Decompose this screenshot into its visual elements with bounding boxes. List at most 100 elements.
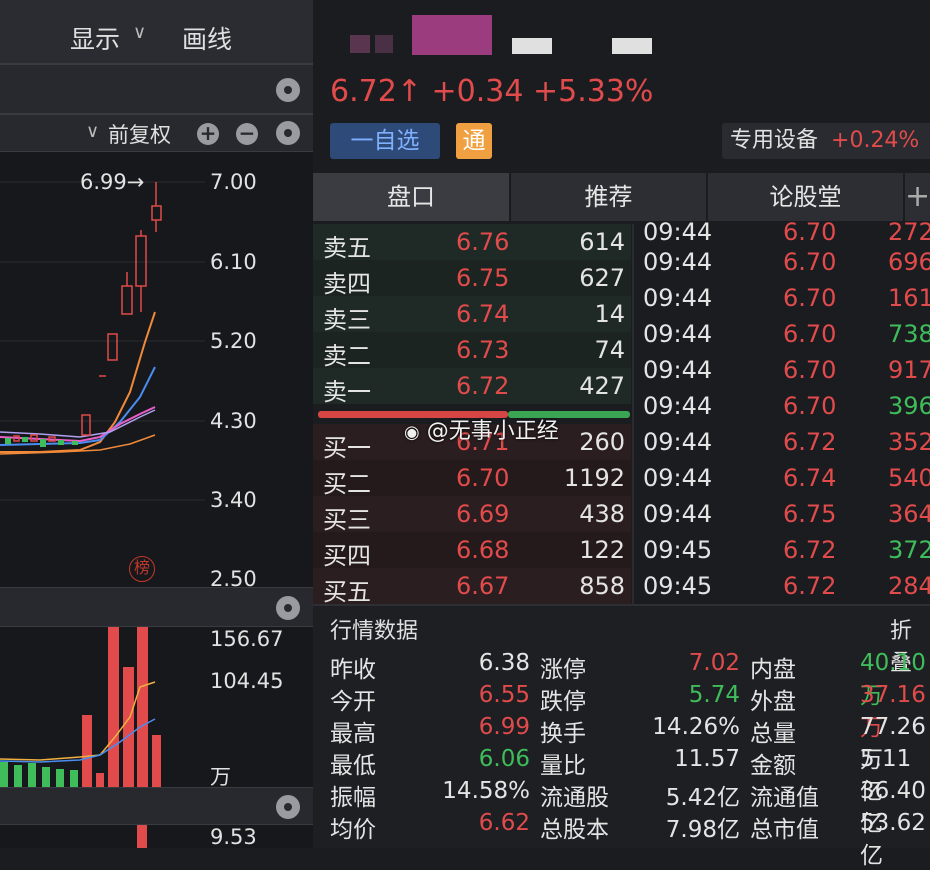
- ask-row[interactable]: 卖二 6.73 74: [313, 332, 631, 370]
- market-data-row: 最低 6.06 量比 11.57 金额 5.11亿: [330, 746, 930, 805]
- tick-row: 09:44 6.70 396: [636, 392, 930, 428]
- candlestick-chart: [0, 181, 205, 501]
- tick-volume: 540: [888, 464, 930, 492]
- tick-row: 09:45 6.72 284: [636, 572, 930, 608]
- ask-row[interactable]: 卖五 6.76 614: [313, 224, 631, 262]
- tick-volume: 364: [888, 500, 930, 528]
- indicator-header: [0, 787, 313, 825]
- bid-price: 6.68: [456, 536, 510, 564]
- tick-time: 09:44: [643, 464, 713, 492]
- tick-volume: 696: [888, 248, 930, 276]
- bid-row[interactable]: 买四 6.68 122: [313, 532, 631, 570]
- indicator-bar: [137, 825, 147, 848]
- divider: [632, 224, 634, 604]
- quote-line: 6.72↑ +0.34 +5.33%: [330, 74, 653, 109]
- ask-row[interactable]: 卖一 6.72 427: [313, 368, 631, 406]
- price-change-pct: +5.33%: [532, 74, 654, 109]
- tick-volume: 917: [888, 356, 930, 384]
- ask-price: 6.76: [456, 228, 510, 256]
- bid-level-label: 买四: [323, 542, 371, 570]
- sector-tag[interactable]: 专用设备 +0.24%: [722, 123, 930, 159]
- tick-row: 09:44 6.75 364: [636, 500, 930, 536]
- gear-icon[interactable]: [276, 596, 300, 620]
- zoom-in-icon[interactable]: +: [197, 123, 219, 145]
- tick-volume: 352: [888, 428, 930, 456]
- tick-volume: 738: [888, 320, 930, 348]
- market-key: 昨收: [330, 657, 376, 683]
- chart-settings-bar: [0, 64, 313, 114]
- stock-code-blur: [512, 38, 552, 54]
- tick-price: 6.70: [783, 218, 837, 246]
- market-value: 6.06: [478, 746, 530, 772]
- tick-price: 6.72: [783, 428, 837, 456]
- chevron-down-icon[interactable]: ∨: [86, 121, 99, 142]
- bid-row[interactable]: 买五 6.67 858: [313, 568, 631, 606]
- market-key: 总市值: [750, 817, 819, 843]
- ask-level-label: 卖二: [323, 342, 371, 370]
- bid-level-label: 买三: [323, 506, 371, 534]
- tick-time: 09:44: [643, 218, 713, 246]
- chevron-down-icon[interactable]: ∨: [133, 22, 146, 43]
- sector-change: +0.24%: [831, 128, 920, 153]
- tong-badge[interactable]: 通: [456, 123, 492, 159]
- tick-price: 6.70: [783, 284, 837, 312]
- add-tab-icon[interactable]: +: [905, 173, 930, 221]
- market-value: 7.02: [688, 650, 740, 676]
- market-key: 总股本: [540, 817, 609, 843]
- bid-level-label: 买五: [323, 578, 371, 606]
- watchlist-button[interactable]: 一自选: [330, 123, 440, 159]
- tick-price: 6.70: [783, 392, 837, 420]
- bid-row[interactable]: 买二 6.70 1192: [313, 460, 631, 498]
- market-value: 11.57: [674, 746, 740, 772]
- ask-price: 6.72: [456, 372, 510, 400]
- tab-forum[interactable]: 论股堂: [708, 173, 903, 221]
- volume-axis-label: 104.45: [210, 669, 284, 693]
- tick-volume: 1613: [888, 284, 930, 312]
- tick-row: 09:44 6.70 1613: [636, 284, 930, 320]
- tick-time: 09:44: [643, 392, 713, 420]
- tab-recommend[interactable]: 推荐: [511, 173, 706, 221]
- gear-icon[interactable]: [276, 121, 300, 145]
- rank-badge[interactable]: 榜: [129, 556, 155, 582]
- market-data-title: 行情数据: [330, 619, 419, 644]
- display-menu[interactable]: 显示: [70, 20, 120, 56]
- tick-price: 6.70: [783, 320, 837, 348]
- market-value: 53.62亿: [860, 810, 926, 869]
- draw-line-button[interactable]: 画线: [182, 20, 232, 56]
- market-key: 涨停: [540, 657, 586, 683]
- bid-row[interactable]: 买三 6.69 438: [313, 496, 631, 534]
- price-change: +0.34: [431, 74, 524, 109]
- ask-row[interactable]: 卖三 6.74 14: [313, 296, 631, 334]
- tick-volume: 396: [888, 392, 930, 420]
- ask-level-label: 卖四: [323, 270, 371, 298]
- ask-volume: 427: [579, 372, 625, 400]
- tick-price: 6.70: [783, 248, 837, 276]
- ask-volume: 614: [579, 228, 625, 256]
- tick-row: 09:45 6.72 3727: [636, 536, 930, 572]
- ask-level-label: 卖三: [323, 306, 371, 334]
- last-price: 6.72↑: [330, 74, 422, 109]
- gear-icon[interactable]: [276, 795, 300, 819]
- ask-row[interactable]: 卖四 6.75 627: [313, 260, 631, 298]
- market-key: 金额: [750, 753, 796, 779]
- tick-time: 09:44: [643, 356, 713, 384]
- tick-row: 09:44 6.70 917: [636, 356, 930, 392]
- market-key: 流通股: [540, 785, 609, 811]
- tab-orderbook[interactable]: 盘口: [313, 173, 509, 221]
- zoom-out-icon[interactable]: −: [236, 123, 258, 145]
- market-value: 6.55: [478, 682, 530, 708]
- tick-row: 09:44 6.72 352: [636, 428, 930, 464]
- market-value: 14.58%: [442, 778, 530, 804]
- gear-icon[interactable]: [276, 78, 300, 102]
- tick-time: 09:45: [643, 572, 713, 600]
- market-value: 6.38: [478, 650, 530, 676]
- ask-price: 6.75: [456, 264, 510, 292]
- market-key: 跌停: [540, 689, 586, 715]
- adjust-mode-select[interactable]: 前复权: [108, 119, 171, 149]
- market-key: 最高: [330, 721, 376, 747]
- bid-volume: 438: [579, 500, 625, 528]
- tab-bar: 盘口 推荐 论股堂 +: [313, 173, 930, 223]
- stock-name-blur: [350, 35, 370, 53]
- tick-volume: 272: [888, 218, 930, 246]
- high-price-marker: 6.99→: [80, 170, 145, 194]
